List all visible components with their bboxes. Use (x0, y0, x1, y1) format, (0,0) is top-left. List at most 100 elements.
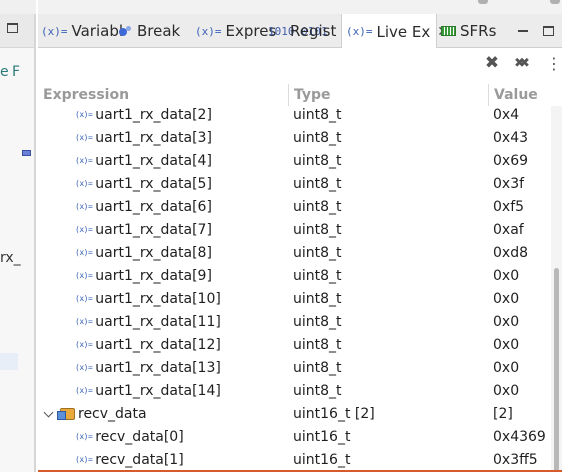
variable-icon: (x)= (75, 294, 93, 303)
tab-registers[interactable]: 1010 0101 Regist (268, 14, 336, 48)
sfrs-icon (441, 26, 456, 36)
expression-cell: (x)= uart1_rx_data[4] (38, 149, 288, 172)
type-cell: uint16_t (293, 428, 351, 445)
table-row[interactable]: (x)= uart1_rx_data[13] uint8_t 0x0 (38, 356, 562, 379)
expression-text: uart1_rx_data[4] (95, 152, 212, 169)
tab-live-expressions[interactable]: (x)= Live Ex ✕ (341, 14, 449, 49)
type-cell: uint8_t (293, 290, 342, 307)
type-cell: uint8_t (293, 382, 342, 399)
maximize-icon[interactable] (7, 23, 18, 33)
expression-text: uart1_rx_data[5] (95, 175, 212, 192)
table-row[interactable]: (x)= uart1_rx_data[6] uint8_t 0xf5 (38, 195, 562, 218)
table-row[interactable]: (x)= recv_data[0] uint16_t 0x4369 (38, 425, 562, 448)
tab-variables[interactable]: (x)= Variabl (41, 14, 123, 48)
expression-table: (x)= uart1_rx_data[2] uint8_t 0x4 (x)= uart1_… (38, 106, 562, 472)
expression-cell: (x)= uart1_rx_data[9] (38, 264, 288, 287)
tab-sfrs[interactable]: SFRs (441, 14, 496, 48)
expression-text: uart1_rx_data[9] (95, 267, 212, 284)
column-header-expression[interactable]: Expression (38, 84, 288, 106)
breakpoints-icon (119, 26, 133, 36)
table-row[interactable]: (x)= uart1_rx_data[3] uint8_t 0x43 (38, 126, 562, 149)
expression-text: uart1_rx_data[7] (95, 221, 212, 238)
variable-icon: (x)= (75, 455, 93, 464)
variable-icon: (x)= (75, 432, 93, 441)
type-cell: uint8_t (293, 244, 342, 261)
tab-expressions[interactable]: (x)= Expres (195, 14, 276, 48)
table-row[interactable]: (x)= uart1_rx_data[5] uint8_t 0x3f (38, 172, 562, 195)
type-cell: uint8_t (293, 359, 342, 376)
remove-all-button[interactable]: ✖✖ (508, 52, 530, 74)
maximize-icon (542, 26, 554, 36)
array-variable-icon (57, 407, 75, 420)
table-row[interactable]: (x)= uart1_rx_data[7] uint8_t 0xaf (38, 218, 562, 241)
table-row[interactable]: (x)= uart1_rx_data[12] uint8_t 0x0 (38, 333, 562, 356)
remove-all-icon: ✖✖ (514, 55, 530, 71)
tab-label: Variabl (71, 22, 124, 40)
line-highlight (0, 353, 18, 370)
expression-cell: (x)= uart1_rx_data[11] (38, 310, 288, 333)
table-row[interactable]: (x)= uart1_rx_data[11] uint8_t 0x0 (38, 310, 562, 333)
expressions-icon: (x)= (195, 24, 222, 38)
expression-text: uart1_rx_data[2] (95, 106, 212, 123)
table-row[interactable]: (x)= uart1_rx_data[2] uint8_t 0x4 (38, 106, 562, 126)
toolbar-edge-icon (550, 0, 560, 4)
remove-expression-button[interactable]: ✖ (481, 52, 503, 74)
expression-text: uart1_rx_data[13] (95, 359, 221, 376)
expression-cell: (x)= uart1_rx_data[2] (38, 106, 288, 126)
table-row[interactable]: (x)= uart1_rx_data[4] uint8_t 0x69 (38, 149, 562, 172)
code-fragment: rx_ (0, 250, 21, 266)
vertical-scrollbar[interactable] (551, 106, 562, 472)
scrollbar-thumb[interactable] (554, 268, 559, 472)
expression-cell: (x)= uart1_rx_data[6] (38, 195, 288, 218)
table-header: Expression Type Value (38, 84, 562, 106)
expression-text: uart1_rx_data[6] (95, 198, 212, 215)
variable-icon: (x)= (75, 363, 93, 372)
toolbar-edge-icon (478, 0, 488, 4)
variable-icon: (x)= (75, 202, 93, 211)
variable-icon: (x)= (75, 156, 93, 165)
live-expressions-view: (x)= Variabl Break (x)= Expres 1010 0101… (38, 0, 562, 472)
table-row[interactable]: recv_data uint16_t [2] [2] (38, 402, 562, 425)
type-cell: uint8_t (293, 175, 342, 192)
editor-strip: e F rx_ (0, 0, 36, 472)
type-cell: uint8_t (293, 152, 342, 169)
type-cell: uint16_t [2] (293, 405, 375, 422)
type-cell: uint8_t (293, 336, 342, 353)
variable-icon: (x)= (75, 225, 93, 234)
chevron-down-icon[interactable] (44, 409, 54, 419)
table-row[interactable]: (x)= uart1_rx_data[9] uint8_t 0x0 (38, 264, 562, 287)
view-tab-bar: (x)= Variabl Break (x)= Expres 1010 0101… (38, 14, 562, 49)
expression-text: uart1_rx_data[8] (95, 244, 212, 261)
expression-text: recv_data[0] (95, 428, 184, 445)
tab-label: SFRs (460, 22, 497, 40)
table-row[interactable]: (x)= uart1_rx_data[14] uint8_t 0x0 (38, 379, 562, 402)
sash[interactable] (34, 14, 36, 472)
tab-label: Regist (290, 22, 337, 40)
expression-cell: (x)= recv_data[1] (38, 448, 288, 471)
expression-text: recv_data[1] (95, 451, 184, 468)
maximize-button[interactable] (538, 14, 558, 48)
variable-icon: (x)= (75, 110, 93, 119)
tab-breakpoints[interactable]: Break (119, 14, 180, 48)
table-row[interactable]: (x)= recv_data[1] uint16_t 0x3ff5 (38, 448, 562, 471)
expression-cell: (x)= uart1_rx_data[3] (38, 126, 288, 149)
expression-cell: (x)= uart1_rx_data[13] (38, 356, 288, 379)
table-row[interactable]: (x)= uart1_rx_data[8] uint8_t 0xd8 (38, 241, 562, 264)
type-cell: uint8_t (293, 129, 342, 146)
expression-cell: (x)= uart1_rx_data[8] (38, 241, 288, 264)
table-row[interactable]: (x)= uart1_rx_data[10] uint8_t 0x0 (38, 287, 562, 310)
variable-icon: (x)= (75, 340, 93, 349)
expression-cell: (x)= uart1_rx_data[14] (38, 379, 288, 402)
expression-cell: recv_data (38, 402, 288, 425)
column-header-type[interactable]: Type (288, 84, 488, 106)
column-header-value[interactable]: Value (488, 84, 562, 106)
variable-icon: (x)= (75, 248, 93, 257)
live-expressions-icon: (x)= (346, 25, 373, 38)
variable-icon: (x)= (75, 179, 93, 188)
minimize-button[interactable] (513, 14, 533, 48)
overview-marker-icon[interactable] (22, 150, 31, 156)
type-cell: uint8_t (293, 106, 342, 123)
variable-icon: (x)= (75, 317, 93, 326)
expression-cell: (x)= uart1_rx_data[7] (38, 218, 288, 241)
view-menu-button[interactable]: ⋮ (543, 52, 562, 74)
